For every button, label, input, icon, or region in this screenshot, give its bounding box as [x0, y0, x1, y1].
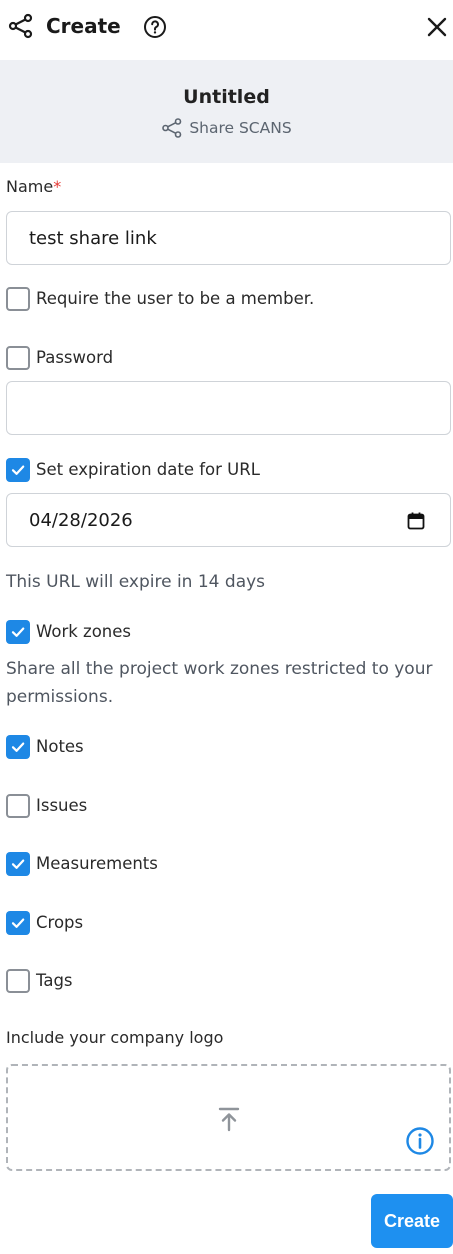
notes-checkbox[interactable]: [6, 735, 30, 759]
name-input-value: test share link: [29, 228, 157, 249]
require-member-option[interactable]: Require the user to be a member.: [6, 287, 314, 311]
work-zones-label: Work zones: [36, 622, 131, 641]
password-input[interactable]: [6, 381, 451, 435]
password-label: Password: [36, 348, 114, 367]
password-option[interactable]: Password: [6, 346, 113, 370]
panel-title: Create: [46, 14, 121, 38]
logo-label: Include your company logo: [6, 1028, 224, 1047]
option-tags[interactable]: Tags: [6, 969, 73, 993]
checkmark-icon: [11, 742, 25, 752]
option-measurements[interactable]: Measurements: [6, 852, 158, 876]
name-label: Name*: [6, 176, 61, 198]
crops-label: Crops: [36, 913, 84, 932]
info-icon[interactable]: [405, 1126, 435, 1156]
tags-label: Tags: [36, 971, 73, 990]
panel-header: Create: [0, 0, 453, 56]
password-checkbox[interactable]: [6, 346, 30, 370]
upload-icon: [218, 1107, 240, 1132]
expiration-label: Set expiration date for URL: [36, 460, 260, 479]
document-title: Untitled: [183, 86, 270, 108]
require-member-checkbox[interactable]: [6, 287, 30, 311]
share-subtitle-text: Share SCANS: [189, 119, 292, 137]
required-marker: *: [53, 177, 62, 196]
checkmark-icon: [11, 859, 25, 869]
expiration-option[interactable]: Set expiration date for URL: [6, 458, 260, 482]
name-input[interactable]: test share link: [6, 211, 451, 265]
crops-checkbox[interactable]: [6, 911, 30, 935]
measurements-label: Measurements: [36, 854, 158, 873]
checkmark-icon: [11, 627, 25, 637]
work-zones-checkbox[interactable]: [6, 620, 30, 644]
notes-label: Notes: [36, 737, 84, 756]
work-zones-option[interactable]: Work zones: [6, 620, 131, 644]
checkmark-icon: [11, 465, 25, 475]
tags-checkbox[interactable]: [6, 969, 30, 993]
require-member-label: Require the user to be a member.: [36, 289, 315, 308]
option-notes[interactable]: Notes: [6, 735, 84, 759]
calendar-icon[interactable]: [406, 511, 426, 531]
expiration-checkbox[interactable]: [6, 458, 30, 482]
option-issues[interactable]: Issues: [6, 794, 87, 818]
work-zones-note: Share all the project work zones restric…: [6, 659, 433, 707]
share-subtitle: Share SCANS: [0, 117, 453, 139]
issues-checkbox[interactable]: [6, 794, 30, 818]
create-button[interactable]: Create: [371, 1194, 453, 1248]
close-icon[interactable]: [425, 15, 449, 39]
expiration-note: This URL will expire in 14 days: [6, 572, 266, 592]
share-target-banner: Untitled Share SCANS: [0, 60, 453, 163]
measurements-checkbox[interactable]: [6, 852, 30, 876]
checkmark-icon: [11, 918, 25, 928]
expiration-date-input[interactable]: 04/28/2026: [6, 493, 451, 547]
share-icon: [162, 118, 182, 138]
help-icon[interactable]: [143, 15, 167, 39]
issues-label: Issues: [36, 796, 88, 815]
share-icon: [8, 13, 33, 39]
logo-dropzone[interactable]: [6, 1064, 451, 1171]
expiration-date-value: 04/28/2026: [29, 510, 133, 531]
option-crops[interactable]: Crops: [6, 911, 83, 935]
name-label-text: Name: [6, 177, 54, 196]
